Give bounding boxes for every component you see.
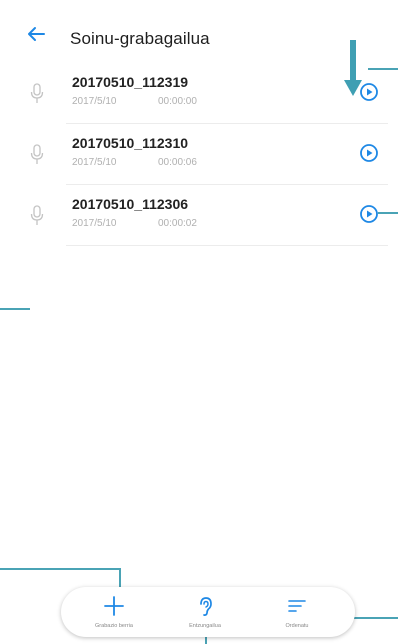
ear-icon bbox=[200, 597, 212, 616]
recording-date: 2017/5/10 bbox=[72, 157, 117, 168]
list-item[interactable]: 20170510_112306 2017/5/10 00:00:02 bbox=[0, 185, 398, 246]
play-icon[interactable] bbox=[359, 82, 379, 102]
earpiece-label: Entzungailua bbox=[189, 623, 221, 629]
down-arrow-icon bbox=[344, 40, 362, 96]
callout-line-play-bottom bbox=[378, 212, 398, 214]
bottom-action-bar: Grabazio berria Entzungailua Ordenatu bbox=[61, 587, 355, 637]
back-button[interactable] bbox=[22, 20, 50, 48]
new-recording-label: Grabazio berria bbox=[95, 623, 133, 629]
recording-name: 20170510_112319 bbox=[72, 74, 189, 90]
callout-line-new-recording-h bbox=[0, 568, 120, 570]
microphone-icon bbox=[30, 205, 44, 225]
list-item[interactable]: 20170510_112319 2017/5/10 00:00:00 bbox=[0, 63, 398, 124]
divider bbox=[66, 245, 388, 246]
recording-name: 20170510_112306 bbox=[72, 196, 189, 212]
callout-line-list bbox=[0, 308, 30, 310]
earpiece-button[interactable]: Entzungailua bbox=[165, 587, 245, 637]
sort-button[interactable]: Ordenatu bbox=[257, 587, 337, 637]
recording-name: 20170510_112310 bbox=[72, 135, 189, 151]
play-icon[interactable] bbox=[359, 204, 379, 224]
sort-icon bbox=[288, 600, 306, 612]
new-recording-button[interactable]: Grabazio berria bbox=[74, 587, 154, 637]
recording-duration: 00:00:06 bbox=[158, 157, 197, 168]
page-title: Soinu-grabagailua bbox=[70, 29, 210, 48]
recording-duration: 00:00:02 bbox=[158, 218, 197, 229]
plus-icon bbox=[104, 596, 124, 616]
recording-date: 2017/5/10 bbox=[72, 218, 117, 229]
sort-label: Ordenatu bbox=[285, 623, 309, 629]
microphone-icon bbox=[30, 83, 44, 103]
play-icon[interactable] bbox=[359, 143, 379, 163]
recording-duration: 00:00:00 bbox=[158, 96, 197, 107]
recordings-list: 20170510_112319 2017/5/10 00:00:00 20170… bbox=[0, 63, 398, 246]
back-arrow-icon bbox=[28, 27, 45, 41]
app-bar: Soinu-grabagailua bbox=[0, 0, 398, 64]
microphone-icon bbox=[30, 144, 44, 164]
callout-line-play-top bbox=[368, 68, 398, 70]
list-item[interactable]: 20170510_112310 2017/5/10 00:00:06 bbox=[0, 124, 398, 185]
recording-date: 2017/5/10 bbox=[72, 96, 117, 107]
